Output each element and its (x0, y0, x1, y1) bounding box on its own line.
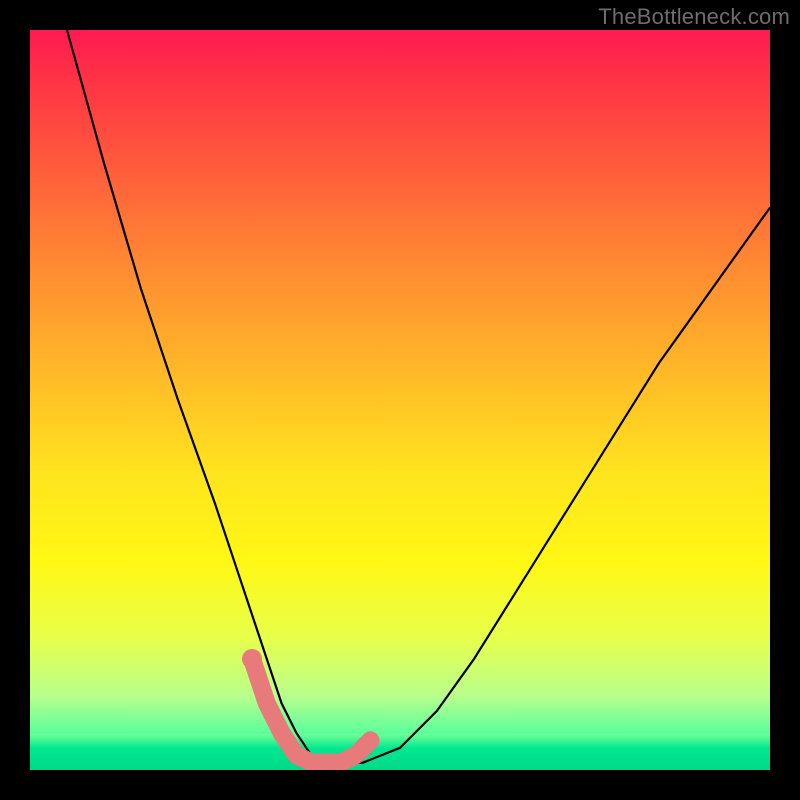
chart-frame: TheBottleneck.com (0, 0, 800, 800)
chart-svg (30, 30, 770, 770)
bottleneck-curve (67, 30, 770, 763)
marker-dot-icon (361, 731, 379, 749)
optimal-range-marker (252, 659, 370, 763)
plot-area (30, 30, 770, 770)
watermark-label: TheBottleneck.com (598, 4, 790, 30)
marker-dot-icon (242, 649, 262, 669)
